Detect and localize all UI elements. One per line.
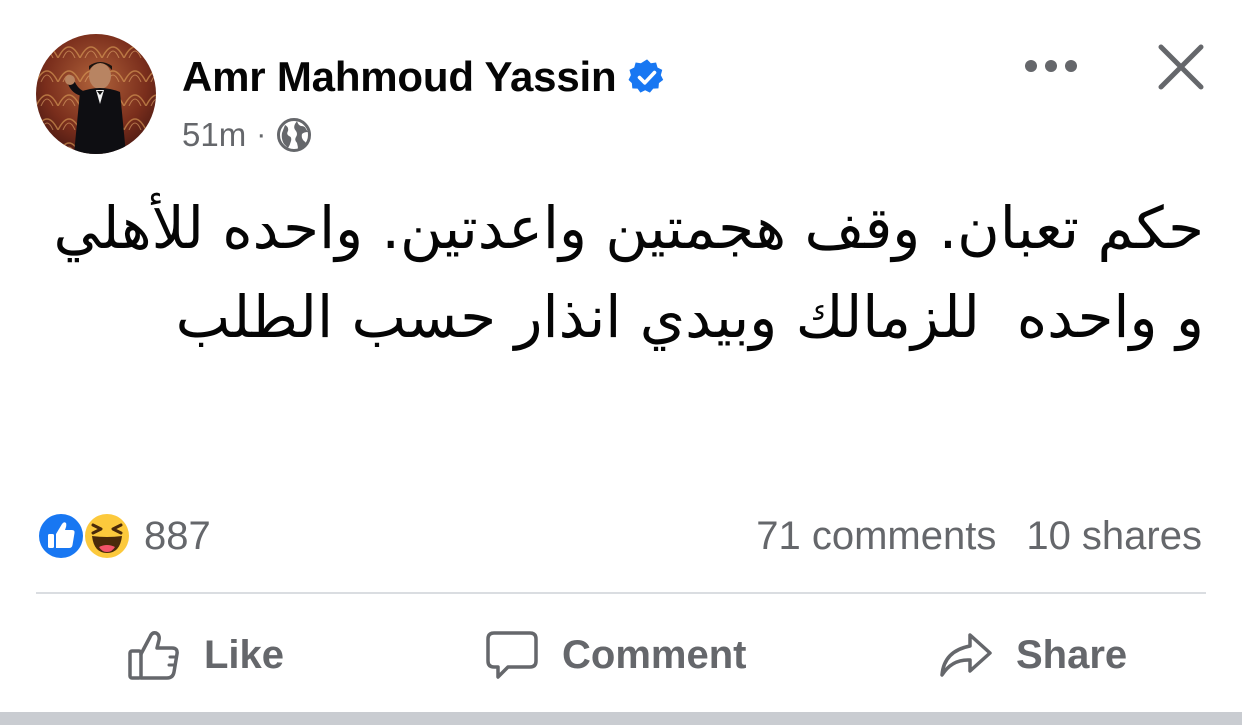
like-reaction-icon	[36, 511, 86, 561]
share-button[interactable]: Share	[938, 622, 1127, 688]
bottom-separator-bar	[0, 712, 1242, 725]
shares-count[interactable]: 10 shares	[1026, 514, 1202, 559]
engagement-summary: 71 comments 10 shares	[756, 510, 1202, 562]
reactions-summary[interactable]: 887	[36, 510, 211, 562]
facebook-post: Amr Mahmoud Yassin 51m · حكم تعبان. وقف …	[0, 0, 1242, 725]
comment-label: Comment	[562, 632, 747, 677]
author-name-row: Amr Mahmoud Yassin	[182, 50, 666, 104]
author-name[interactable]: Amr Mahmoud Yassin	[182, 53, 617, 101]
comments-count[interactable]: 71 comments	[756, 514, 996, 559]
thumbs-up-icon	[128, 631, 179, 680]
more-options-button[interactable]	[1016, 44, 1086, 88]
more-options-icon	[1025, 60, 1077, 72]
avatar-image	[36, 34, 156, 154]
like-button[interactable]: Like	[126, 622, 284, 688]
reaction-count: 887	[144, 513, 211, 558]
comment-bubble-icon	[486, 631, 538, 679]
close-icon	[1158, 44, 1204, 90]
post-timestamp[interactable]: 51m	[182, 116, 246, 154]
post-body-text: حكم تعبان. وقف هجمتين واعدتين. واحده للأ…	[16, 194, 1204, 351]
comment-button[interactable]: Comment	[484, 622, 746, 688]
close-button[interactable]	[1150, 36, 1212, 98]
author-avatar[interactable]	[36, 34, 156, 154]
share-label: Share	[1016, 632, 1128, 677]
actions-divider	[36, 592, 1206, 594]
meta-separator: ·	[256, 118, 267, 151]
haha-reaction-icon	[82, 511, 132, 561]
like-label: Like	[204, 632, 285, 677]
post-meta: 51m ·	[182, 112, 312, 158]
globe-icon[interactable]	[276, 117, 312, 153]
share-arrow-icon	[940, 633, 992, 677]
verified-badge-icon	[628, 58, 666, 96]
